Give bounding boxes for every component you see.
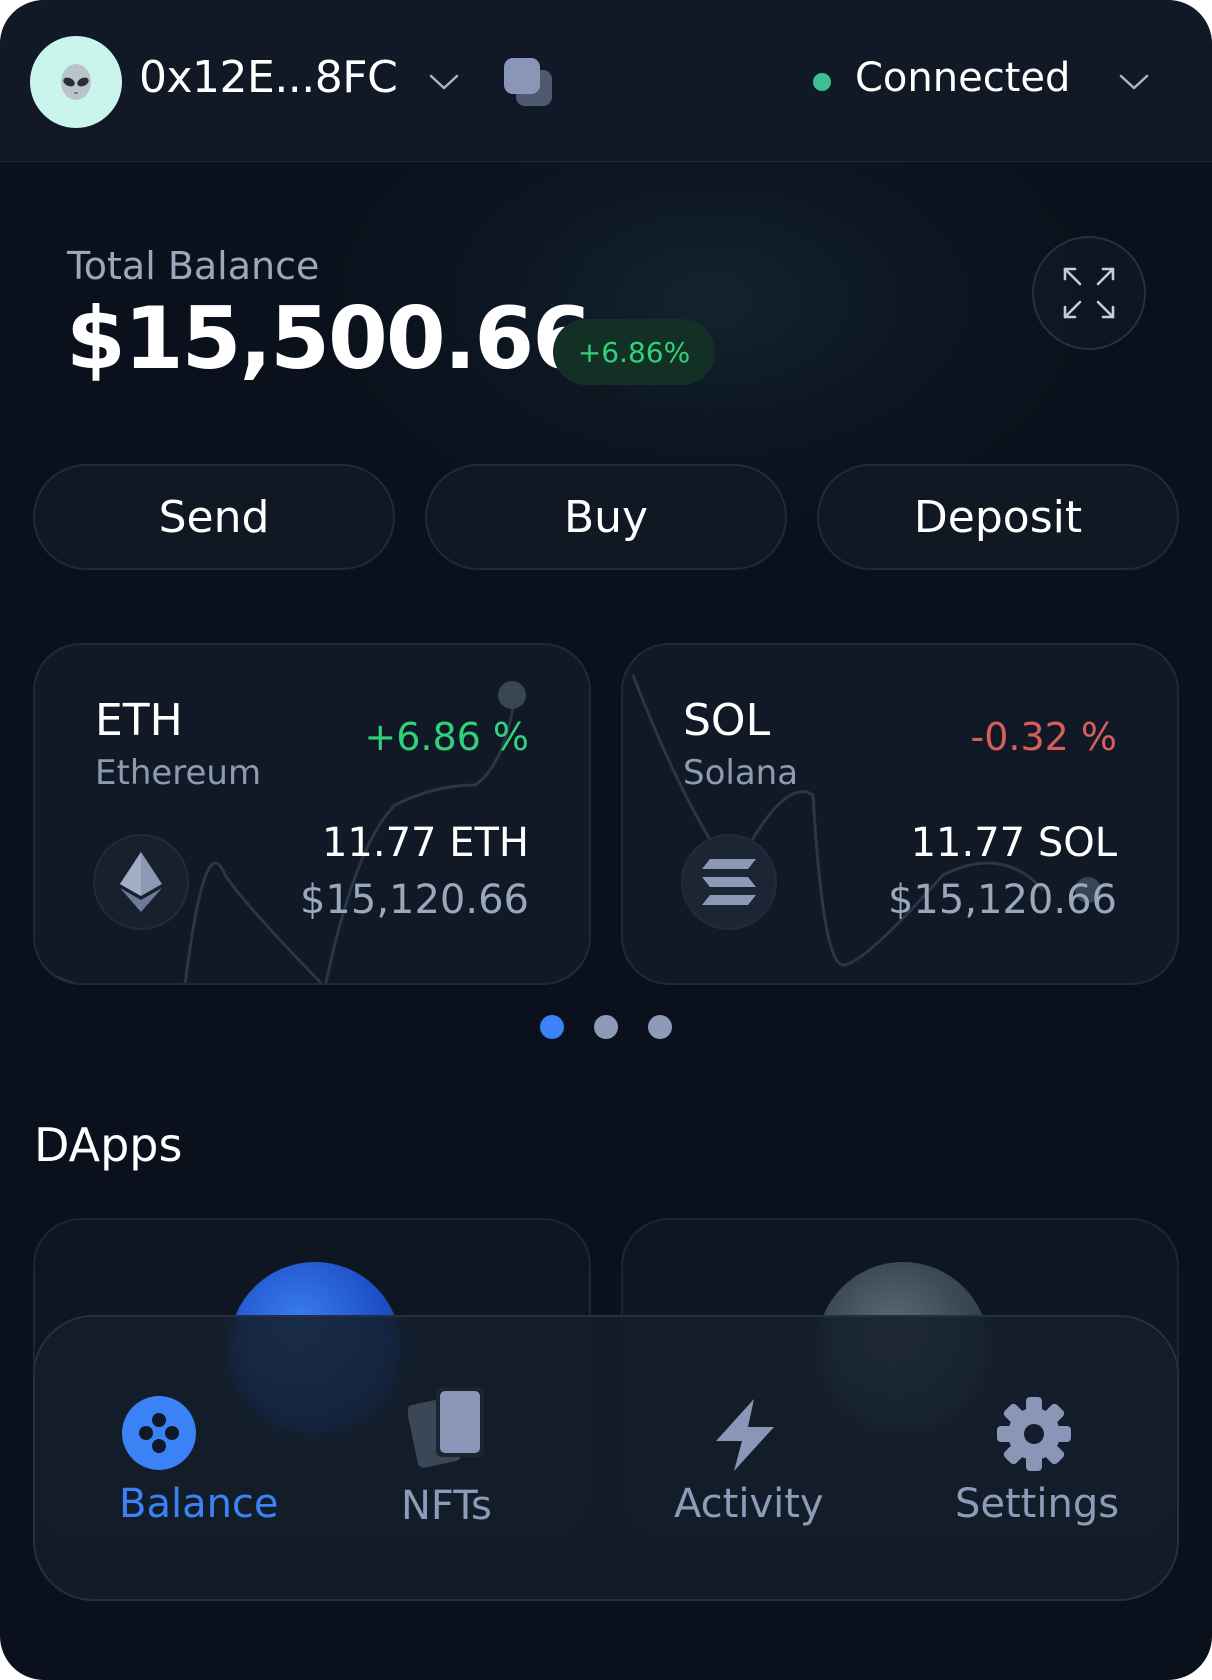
avatar[interactable] [30,36,122,128]
page-dot[interactable] [594,1015,618,1039]
expand-icon [1063,267,1115,319]
wallet-address[interactable]: 0x12E...8FC [139,52,398,103]
lightning-icon [716,1399,774,1471]
nav-label: Settings [955,1481,1120,1527]
nav-nfts[interactable]: NFTs [355,1317,555,1603]
token-name: Solana [683,753,799,793]
chevron-down-icon[interactable] [1118,72,1150,92]
balance-icon [122,1396,196,1470]
total-balance-value: $15,500.66 [66,289,592,389]
nav-balance[interactable]: Balance [75,1317,279,1603]
balance-change-badge: +6.86% [553,319,715,385]
token-symbol: SOL [683,695,771,746]
status-indicator [813,73,831,91]
expand-button[interactable] [1032,236,1146,350]
nav-settings[interactable]: Settings [915,1317,1145,1603]
dapps-heading: DApps [34,1118,183,1172]
token-symbol: ETH [95,695,183,746]
gear-icon [997,1397,1071,1471]
send-button[interactable]: Send [33,464,395,570]
total-balance-label: Total Balance [67,244,320,288]
copy-icon[interactable] [502,56,556,108]
nav-label: NFTs [401,1483,492,1529]
token-amount: 11.77 SOL [910,820,1117,866]
token-card-sol[interactable]: SOL Solana -0.32 % 11.77 SOL $15,120.66 [621,643,1179,985]
wallet-app: 0x12E...8FC Connected Total Balance $15,… [0,0,1212,1680]
token-value: $15,120.66 [299,877,529,923]
nav-label: Activity [674,1481,824,1527]
solana-icon [681,834,777,930]
nav-label: Balance [119,1481,279,1527]
token-card-eth[interactable]: ETH Ethereum +6.86 % 11.77 ETH $15,120.6… [33,643,591,985]
token-change: +6.86 % [364,715,529,759]
connection-status[interactable]: Connected [855,55,1070,101]
ethereum-icon [93,834,189,930]
nfts-icon [408,1387,484,1468]
token-amount: 11.77 ETH [321,820,529,866]
buy-button[interactable]: Buy [425,464,787,570]
deposit-button[interactable]: Deposit [817,464,1179,570]
page-dot[interactable] [648,1015,672,1039]
header: 0x12E...8FC Connected [0,0,1212,162]
bottom-nav: Balance NFTs Activity Settings [33,1315,1179,1601]
nav-activity[interactable]: Activity [635,1317,885,1603]
chevron-down-icon[interactable] [428,72,460,92]
token-name: Ethereum [95,753,262,793]
alien-emoji-icon [61,64,91,100]
page-dot-active[interactable] [540,1015,564,1039]
token-value: $15,120.66 [887,877,1117,923]
token-change: -0.32 % [970,715,1117,759]
